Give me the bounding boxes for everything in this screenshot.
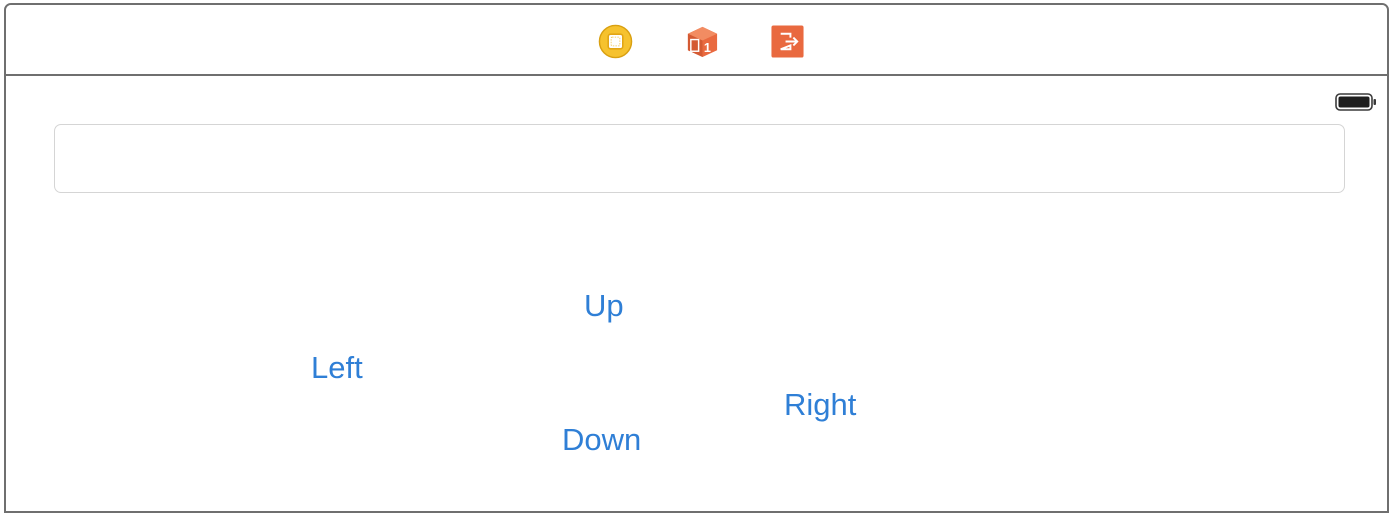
first-responder-badge: 1 <box>704 41 711 55</box>
main-view: Up Left Right Down <box>6 76 1387 511</box>
battery-icon <box>1335 92 1377 112</box>
exit-icon[interactable] <box>770 24 805 59</box>
scene-dock: 1 <box>6 5 1387 76</box>
text-field[interactable] <box>54 124 1345 193</box>
left-button[interactable]: Left <box>311 350 363 386</box>
first-responder-icon[interactable]: 1 <box>685 24 720 59</box>
right-button[interactable]: Right <box>784 387 856 423</box>
down-button[interactable]: Down <box>562 422 641 458</box>
up-button[interactable]: Up <box>584 288 624 324</box>
view-controller-icon[interactable] <box>598 24 633 59</box>
storyboard-scene: 1 Up Left Right Down <box>4 3 1389 513</box>
